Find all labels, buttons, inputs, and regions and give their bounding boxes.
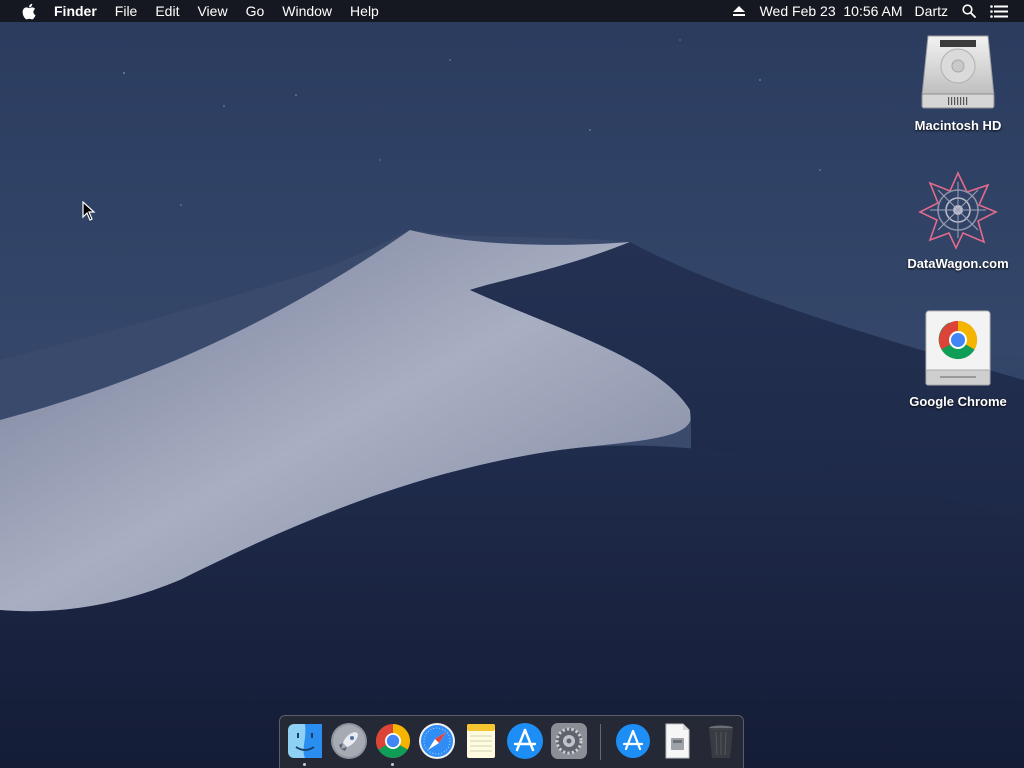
desktop-icon-label: Google Chrome xyxy=(909,394,1007,409)
menu-view[interactable]: View xyxy=(188,0,236,22)
notification-center-icon[interactable] xyxy=(988,0,1010,22)
desktop-icon-label: DataWagon.com xyxy=(907,256,1009,271)
dock xyxy=(279,715,744,768)
system-preferences-gear-icon[interactable] xyxy=(549,721,589,761)
desktop-icon-datawagon[interactable]: DataWagon.com xyxy=(898,170,1018,271)
menu-app-name[interactable]: Finder xyxy=(54,0,106,22)
desktop-icon-macintosh-hd[interactable]: Macintosh HD xyxy=(898,32,1018,133)
dock-separator xyxy=(600,724,601,760)
datawagon-star-icon xyxy=(918,170,998,250)
trash-icon[interactable] xyxy=(701,721,741,761)
hard-drive-icon xyxy=(918,32,998,112)
menu-edit[interactable]: Edit xyxy=(146,0,188,22)
eject-icon[interactable] xyxy=(728,0,750,22)
running-indicator xyxy=(303,763,306,766)
menu-file[interactable]: File xyxy=(106,0,147,22)
app-store-icon[interactable] xyxy=(505,721,545,761)
document-icon[interactable] xyxy=(657,721,697,761)
spotlight-search-icon[interactable] xyxy=(958,0,980,22)
desktop-icon-google-chrome[interactable]: Google Chrome xyxy=(898,308,1018,409)
chrome-icon[interactable] xyxy=(373,721,413,761)
notes-icon[interactable] xyxy=(461,721,501,761)
mouse-pointer-icon xyxy=(82,201,96,221)
downloads-folder-icon[interactable] xyxy=(613,721,653,761)
running-indicator xyxy=(391,763,394,766)
menu-clock[interactable]: Wed Feb 23 10:56 AM xyxy=(754,3,909,19)
menu-user[interactable]: Dartz xyxy=(909,3,954,19)
desktop-wallpaper xyxy=(0,0,1024,768)
finder-icon[interactable] xyxy=(285,721,325,761)
menu-window[interactable]: Window xyxy=(273,0,341,22)
menu-go[interactable]: Go xyxy=(237,0,274,22)
safari-compass-icon[interactable] xyxy=(417,721,457,761)
menu-help[interactable]: Help xyxy=(341,0,388,22)
desktop-icon-label: Macintosh HD xyxy=(914,118,1002,133)
menu-bar: Finder File Edit View Go Window Help Wed… xyxy=(0,0,1024,22)
launchpad-rocket-icon[interactable] xyxy=(329,721,369,761)
apple-menu-icon[interactable] xyxy=(18,0,38,22)
chrome-installer-disk-icon xyxy=(918,308,998,388)
